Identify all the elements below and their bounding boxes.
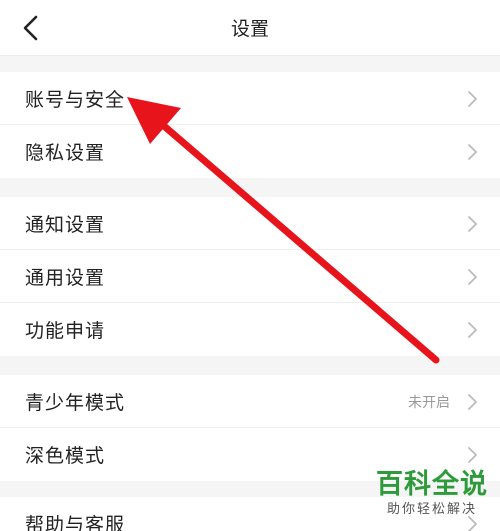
watermark-logo: 百科全说 助你轻松解决 [372,468,492,528]
settings-screen: 设置 账号与安全 隐私设置 通知设置 通用设置 功能申请 青少年模式 未开启 深… [0,0,500,531]
settings-item-label: 账号与安全 [25,89,126,111]
chevron-right-icon [468,322,477,338]
chevron-right-icon [468,269,477,285]
chevron-right-icon [468,216,477,232]
settings-group-modes: 青少年模式 未开启 深色模式 [0,375,500,481]
watermark-title: 百科全说 [376,469,488,500]
nav-bar: 设置 [0,0,500,56]
settings-item-privacy[interactable]: 隐私设置 [0,125,500,178]
settings-item-label: 通用设置 [25,267,106,289]
settings-item-label: 隐私设置 [25,142,106,164]
settings-group-account: 账号与安全 隐私设置 [0,72,500,178]
watermark-slogan: 助你轻松解决 [386,502,477,517]
settings-item-label: 帮助与客服 [25,514,126,531]
settings-item-label: 通知设置 [25,214,106,236]
settings-item-label: 深色模式 [25,445,106,467]
settings-item-feature-request[interactable]: 功能申请 [0,303,500,356]
settings-item-teen-mode[interactable]: 青少年模式 未开启 [0,375,500,428]
page-title: 设置 [230,18,269,40]
chevron-right-icon [468,447,477,463]
settings-item-general[interactable]: 通用设置 [0,250,500,303]
settings-item-notifications[interactable]: 通知设置 [0,197,500,250]
chevron-right-icon [468,144,477,160]
settings-item-label: 功能申请 [25,320,106,342]
teen-mode-status: 未开启 [408,395,450,411]
chevron-right-icon [468,394,477,410]
settings-item-account-security[interactable]: 账号与安全 [0,72,500,125]
settings-group-general: 通知设置 通用设置 功能申请 [0,197,500,356]
chevron-right-icon [468,91,477,107]
settings-item-label: 青少年模式 [25,392,126,414]
